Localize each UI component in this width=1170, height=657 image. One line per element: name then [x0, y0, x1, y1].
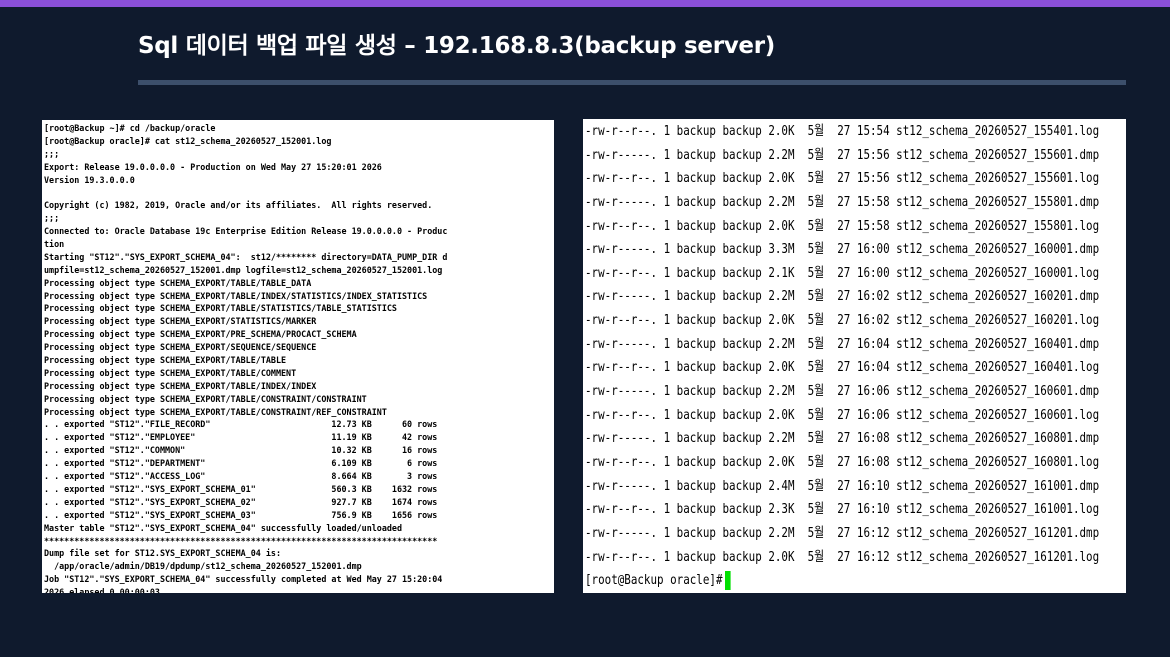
terminal-line: . . exported "ST12"."SYS_EXPORT_SCHEMA_0…	[44, 509, 438, 520]
terminal-line: . . exported "ST12"."SYS_EXPORT_SCHEMA_0…	[44, 496, 438, 507]
file-list-line: -rw-r--r--. 1 backup backup 2.0K 5월 27 1…	[585, 217, 1100, 234]
terminal-line: tion	[44, 239, 65, 250]
terminal-line: . . exported "ST12"."DEPARTMENT" 6.109 K…	[44, 458, 438, 469]
terminal-line: . . exported "ST12"."FILE_RECORD" 12.73 …	[44, 419, 438, 430]
file-list-line: -rw-r--r--. 1 backup backup 2.0K 5월 27 1…	[585, 170, 1100, 187]
terminal-line: 2026 elapsed 0 00:00:03	[44, 587, 160, 593]
file-list-line: -rw-r--r--. 1 backup backup 2.0K 5월 27 1…	[585, 406, 1100, 423]
terminal-line: umpfile=st12_schema_20260527_152001.dmp …	[44, 264, 443, 275]
terminal-line: Processing object type SCHEMA_EXPORT/TAB…	[44, 277, 312, 288]
terminal-line: Processing object type SCHEMA_EXPORT/PRE…	[44, 329, 357, 340]
file-list-line: -rw-r--r--. 1 backup backup 2.3K 5월 27 1…	[585, 501, 1100, 518]
terminal-line: [root@Backup oracle]# cat st12_schema_20…	[44, 135, 332, 146]
terminal-line: Processing object type SCHEMA_EXPORT/TAB…	[44, 380, 317, 391]
terminal-line: Processing object type SCHEMA_EXPORT/TAB…	[44, 303, 397, 314]
terminal-line: Export: Release 19.0.0.0.0 - Production …	[44, 161, 382, 172]
terminal-line: . . exported "ST12"."COMMON" 10.32 KB 16…	[44, 445, 438, 456]
terminal-line: Processing object type SCHEMA_EXPORT/TAB…	[44, 393, 367, 404]
terminal-line: Processing object type SCHEMA_EXPORT/STA…	[44, 316, 317, 327]
file-list-line: -rw-r--r--. 1 backup backup 2.1K 5월 27 1…	[585, 264, 1100, 281]
terminal-line: Master table "ST12"."SYS_EXPORT_SCHEMA_0…	[44, 522, 402, 533]
terminal-line: ;;;	[44, 148, 60, 159]
terminal-line: ;;;	[44, 213, 60, 224]
file-list-line: -rw-r--r--. 1 backup backup 2.0K 5월 27 1…	[585, 359, 1100, 376]
file-list-line: -rw-r-----. 1 backup backup 2.2M 5월 27 1…	[585, 193, 1100, 210]
shell-prompt-line[interactable]: [root@Backup oracle]#	[585, 569, 1126, 593]
terminal-line: [root@Backup ~]# cd /backup/oracle	[44, 123, 216, 133]
file-list-line: -rw-r-----. 1 backup backup 2.2M 5월 27 1…	[585, 335, 1100, 352]
terminal-line: Copyright (c) 1982, 2019, Oracle and/or …	[44, 200, 433, 211]
terminal-line: Dump file set for ST12.SYS_EXPORT_SCHEMA…	[44, 548, 281, 559]
file-list-line: -rw-r-----. 1 backup backup 2.2M 5월 27 1…	[585, 146, 1100, 163]
file-list-line: -rw-r-----. 1 backup backup 2.2M 5월 27 1…	[585, 383, 1100, 400]
terminal-line: Starting "ST12"."SYS_EXPORT_SCHEMA_04": …	[44, 251, 448, 262]
terminal-line: Job "ST12"."SYS_EXPORT_SCHEMA_04" succes…	[44, 574, 443, 585]
terminal-line: Processing object type SCHEMA_EXPORT/TAB…	[44, 406, 387, 417]
file-list-line: -rw-r-----. 1 backup backup 2.2M 5월 27 1…	[585, 288, 1100, 305]
slide-title: Sql 데이터 백업 파일 생성 – 192.168.8.3(backup se…	[138, 33, 775, 59]
accent-bar	[0, 0, 1170, 7]
file-list-line: -rw-r--r--. 1 backup backup 2.0K 5월 27 1…	[585, 548, 1100, 565]
terminal-line: . . exported "ST12"."EMPLOYEE" 11.19 KB …	[44, 432, 438, 443]
terminal-line: Connected to: Oracle Database 19c Enterp…	[44, 226, 448, 237]
terminal-line: . . exported "ST12"."SYS_EXPORT_SCHEMA_0…	[44, 483, 438, 494]
file-list-line: -rw-r-----. 1 backup backup 3.3M 5월 27 1…	[585, 241, 1100, 258]
file-list-line: -rw-r-----. 1 backup backup 2.4M 5월 27 1…	[585, 477, 1100, 494]
file-list-line: -rw-r--r--. 1 backup backup 2.0K 5월 27 1…	[585, 312, 1100, 329]
terminal-line: Processing object type SCHEMA_EXPORT/TAB…	[44, 367, 297, 378]
terminal-line: /app/oracle/admin/DB19/dpdump/st12_schem…	[44, 561, 362, 572]
terminal-line: Version 19.3.0.0.0	[44, 174, 135, 185]
terminal-line: Processing object type SCHEMA_EXPORT/TAB…	[44, 290, 428, 301]
title-divider	[138, 80, 1126, 85]
terminal-line: . . exported "ST12"."ACCESS_LOG" 8.664 K…	[44, 471, 438, 482]
shell-prompt: [root@Backup oracle]#	[585, 572, 723, 589]
file-list-line: -rw-r--r--. 1 backup backup 2.0K 5월 27 1…	[585, 123, 1100, 139]
terminal-line: Processing object type SCHEMA_EXPORT/SEQ…	[44, 342, 317, 353]
terminal-line: ****************************************…	[44, 535, 438, 546]
export-log-terminal: [root@Backup ~]# cd /backup/oracle [root@…	[42, 120, 554, 593]
file-list-line: -rw-r-----. 1 backup backup 2.2M 5월 27 1…	[585, 430, 1100, 447]
terminal-line: Processing object type SCHEMA_EXPORT/TAB…	[44, 355, 287, 366]
terminal-cursor	[724, 570, 731, 590]
backup-file-list-terminal: -rw-r--r--. 1 backup backup 2.0K 5월 27 1…	[583, 119, 1126, 593]
file-list-line: -rw-r-----. 1 backup backup 2.2M 5월 27 1…	[585, 524, 1100, 541]
file-list-line: -rw-r--r--. 1 backup backup 2.0K 5월 27 1…	[585, 453, 1100, 470]
